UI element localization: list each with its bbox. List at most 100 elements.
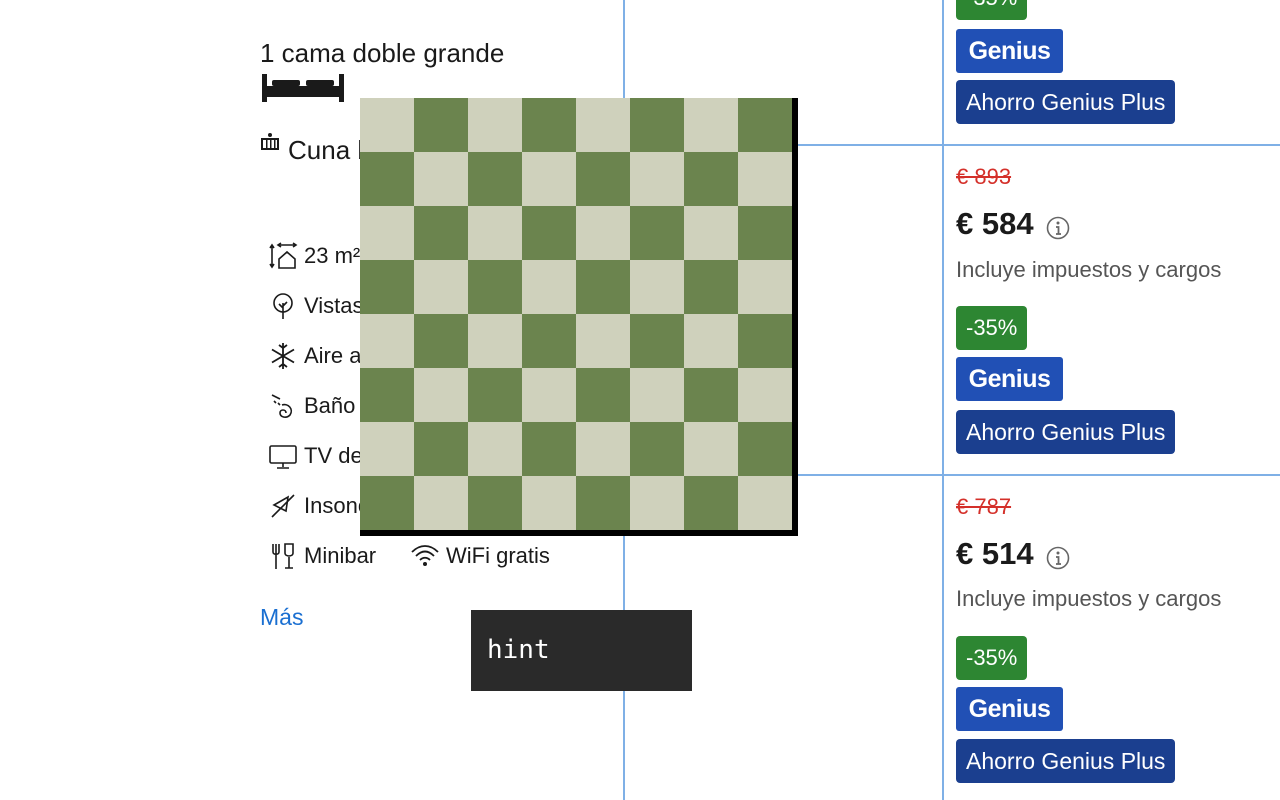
board-square-g3[interactable] bbox=[684, 368, 738, 422]
board-square-d7[interactable] bbox=[522, 152, 576, 206]
original-price: € 787 bbox=[956, 494, 1012, 519]
genius-plus-badge: Ahorro Genius Plus bbox=[956, 739, 1176, 783]
tree-icon bbox=[268, 291, 298, 321]
genius-plus-badge: Ahorro Genius Plus bbox=[956, 410, 1176, 454]
board-square-a3[interactable] bbox=[360, 368, 414, 422]
hint-button[interactable]: hint bbox=[471, 610, 692, 691]
genius-plus-badge: Ahorro Genius Plus bbox=[956, 80, 1176, 124]
board-square-h4[interactable] bbox=[738, 314, 792, 368]
booking-room-table: 1 cama doble grande Cuna 23 m² Vistas Ai… bbox=[0, 0, 1280, 800]
genius-badge: Genius bbox=[956, 29, 1063, 73]
board-square-e8[interactable] bbox=[576, 98, 630, 152]
discount-badge: -35% bbox=[956, 0, 1028, 20]
board-square-b7[interactable] bbox=[414, 152, 468, 206]
board-square-a7[interactable] bbox=[360, 152, 414, 206]
bed-type-label: 1 cama doble grande bbox=[260, 38, 505, 68]
discount-badge: -35% bbox=[956, 636, 1028, 680]
board-square-f8[interactable] bbox=[630, 98, 684, 152]
board-square-h5[interactable] bbox=[738, 260, 792, 314]
price-value: € 514 bbox=[956, 536, 1034, 571]
more-facilities-link[interactable]: Más bbox=[260, 604, 303, 631]
board-square-g2[interactable] bbox=[684, 422, 738, 476]
board-square-d1[interactable] bbox=[522, 476, 576, 530]
board-square-d5[interactable] bbox=[522, 260, 576, 314]
board-square-d6[interactable] bbox=[522, 206, 576, 260]
board-square-d4[interactable] bbox=[522, 314, 576, 368]
board-square-c3[interactable] bbox=[468, 368, 522, 422]
board-square-f6[interactable] bbox=[630, 206, 684, 260]
board-square-e4[interactable] bbox=[576, 314, 630, 368]
size-icon bbox=[268, 241, 298, 271]
board-square-c7[interactable] bbox=[468, 152, 522, 206]
board-square-h3[interactable] bbox=[738, 368, 792, 422]
board-square-b1[interactable] bbox=[414, 476, 468, 530]
info-icon[interactable] bbox=[1046, 212, 1070, 240]
genius-badge: Genius bbox=[956, 687, 1063, 731]
board-square-c1[interactable] bbox=[468, 476, 522, 530]
double-bed-icon bbox=[260, 72, 346, 104]
genius-label: Genius bbox=[968, 37, 1051, 65]
board-square-g4[interactable] bbox=[684, 314, 738, 368]
board-square-b4[interactable] bbox=[414, 314, 468, 368]
board-square-b6[interactable] bbox=[414, 206, 468, 260]
board-square-h2[interactable] bbox=[738, 422, 792, 476]
board-square-g8[interactable] bbox=[684, 98, 738, 152]
facility-wifi: WiFi gratis bbox=[410, 539, 550, 573]
board-square-c5[interactable] bbox=[468, 260, 522, 314]
board-square-c6[interactable] bbox=[468, 206, 522, 260]
board-square-a4[interactable] bbox=[360, 314, 414, 368]
board-square-g5[interactable] bbox=[684, 260, 738, 314]
board-square-a5[interactable] bbox=[360, 260, 414, 314]
board-square-h1[interactable] bbox=[738, 476, 792, 530]
board-square-h8[interactable] bbox=[738, 98, 792, 152]
board-square-d2[interactable] bbox=[522, 422, 576, 476]
column-divider bbox=[942, 0, 944, 800]
board-square-c8[interactable] bbox=[468, 98, 522, 152]
tax-note: Incluye impuestos y cargos bbox=[956, 586, 1222, 611]
board-square-h7[interactable] bbox=[738, 152, 792, 206]
crib-icon bbox=[260, 132, 280, 152]
board-square-d8[interactable] bbox=[522, 98, 576, 152]
board-square-b8[interactable] bbox=[414, 98, 468, 152]
board-square-a8[interactable] bbox=[360, 98, 414, 152]
facility-label: Minibar bbox=[304, 543, 377, 568]
board-square-g7[interactable] bbox=[684, 152, 738, 206]
board-square-e6[interactable] bbox=[576, 206, 630, 260]
board-square-h6[interactable] bbox=[738, 206, 792, 260]
facility-label: WiFi gratis bbox=[446, 543, 550, 568]
soundproof-icon bbox=[268, 491, 298, 521]
board-square-b2[interactable] bbox=[414, 422, 468, 476]
board-square-b3[interactable] bbox=[414, 368, 468, 422]
genius-label: Genius bbox=[968, 695, 1051, 723]
board-square-e1[interactable] bbox=[576, 476, 630, 530]
genius-badge: Genius bbox=[956, 357, 1063, 401]
board-square-a6[interactable] bbox=[360, 206, 414, 260]
board-square-f1[interactable] bbox=[630, 476, 684, 530]
facility-view: Vistas bbox=[268, 289, 364, 323]
price-value: € 584 bbox=[956, 206, 1034, 241]
board-square-e3[interactable] bbox=[576, 368, 630, 422]
chessboard-overlay[interactable] bbox=[360, 98, 798, 536]
board-square-d3[interactable] bbox=[522, 368, 576, 422]
board-square-b5[interactable] bbox=[414, 260, 468, 314]
discounted-price: € 584 bbox=[956, 206, 1070, 242]
board-square-f4[interactable] bbox=[630, 314, 684, 368]
board-square-f2[interactable] bbox=[630, 422, 684, 476]
board-square-a2[interactable] bbox=[360, 422, 414, 476]
board-square-c4[interactable] bbox=[468, 314, 522, 368]
board-square-f3[interactable] bbox=[630, 368, 684, 422]
board-square-f5[interactable] bbox=[630, 260, 684, 314]
board-square-e5[interactable] bbox=[576, 260, 630, 314]
bath-icon bbox=[268, 391, 298, 421]
board-square-f7[interactable] bbox=[630, 152, 684, 206]
info-icon[interactable] bbox=[1046, 542, 1070, 570]
board-square-e2[interactable] bbox=[576, 422, 630, 476]
facility-minibar: Minibar bbox=[268, 539, 376, 573]
board-square-e7[interactable] bbox=[576, 152, 630, 206]
wifi-icon bbox=[410, 541, 440, 571]
board-square-a1[interactable] bbox=[360, 476, 414, 530]
board-square-g6[interactable] bbox=[684, 206, 738, 260]
board-square-c2[interactable] bbox=[468, 422, 522, 476]
board-square-g1[interactable] bbox=[684, 476, 738, 530]
snowflake-icon bbox=[268, 341, 298, 371]
